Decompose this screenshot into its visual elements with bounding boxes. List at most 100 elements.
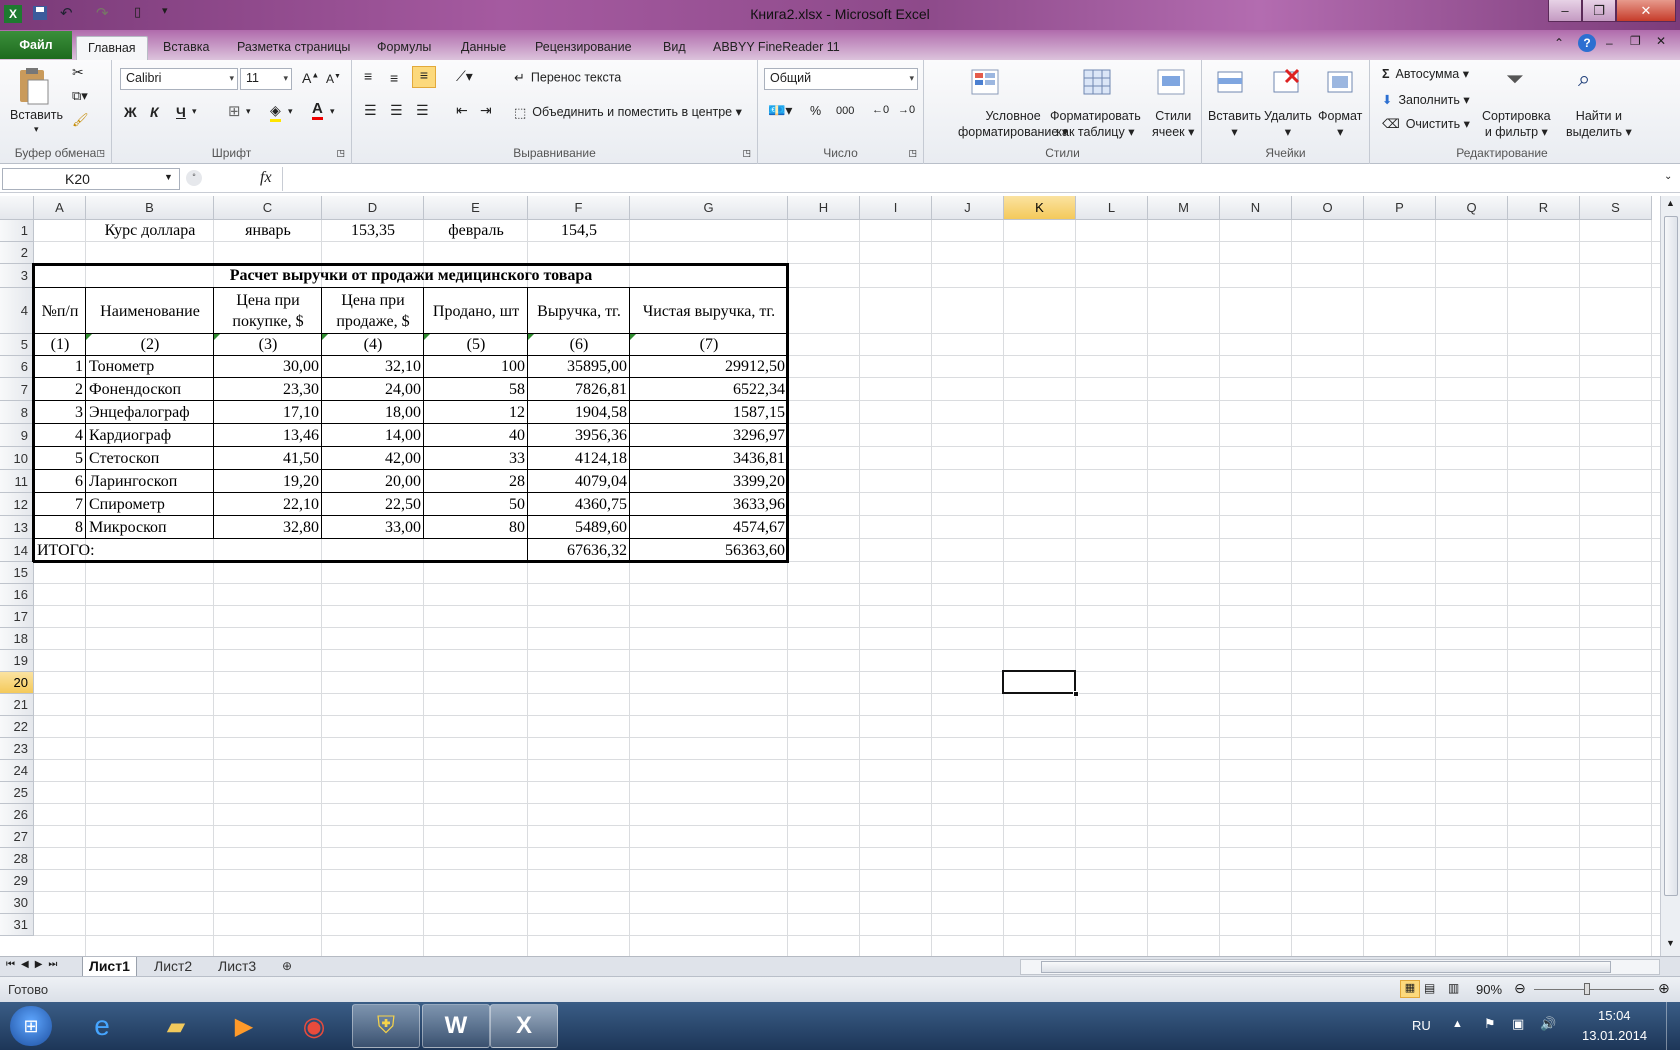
table-row-1-col-5[interactable]: 100 <box>424 356 528 378</box>
align-left-icon[interactable]: ☰ <box>364 102 377 119</box>
binoculars-icon[interactable]: ⌕ <box>1578 66 1590 92</box>
scroll-down-icon[interactable]: ▼ <box>1666 938 1675 948</box>
font-name-select[interactable]: Calibri ▾ <box>120 68 238 90</box>
table-row-3-col-7[interactable]: 1587,15 <box>630 401 788 424</box>
fill-handle[interactable] <box>1073 691 1079 697</box>
formula-options-icon[interactable]: ◦ <box>186 170 202 186</box>
row-header-31[interactable]: 31 <box>0 914 34 936</box>
vertical-scrollbar[interactable]: ▲ ▼ <box>1660 196 1680 956</box>
table-row-4-col-2[interactable]: Кардиограф <box>86 424 214 447</box>
row-header-21[interactable]: 21 <box>0 694 34 716</box>
table-row-5-col-3[interactable]: 41,50 <box>214 447 322 470</box>
table-row-7-col-4[interactable]: 22,50 <box>322 493 424 516</box>
table-row-7-col-6[interactable]: 4360,75 <box>528 493 630 516</box>
table-row-6-col-3[interactable]: 19,20 <box>214 470 322 493</box>
table-row-8-col-4[interactable]: 33,00 <box>322 516 424 539</box>
table-row-7-col-1[interactable]: 7 <box>34 493 86 516</box>
row-header-14[interactable]: 14 <box>0 539 34 562</box>
copy-icon[interactable]: ⧉▾ <box>72 88 88 104</box>
table-row-8-col-1[interactable]: 8 <box>34 516 86 539</box>
merge-center-button[interactable]: ⬚ Объединить и поместить в центре ▾ <box>514 104 742 121</box>
table-row-7-col-2[interactable]: Спирометр <box>86 493 214 516</box>
row-header-12[interactable]: 12 <box>0 493 34 516</box>
align-bottom-icon[interactable]: ≡ <box>412 66 436 88</box>
show-desktop-button[interactable] <box>1666 1002 1680 1050</box>
minimize-button[interactable]: – <box>1548 0 1582 22</box>
workbook-close-icon[interactable]: ✕ <box>1656 34 1666 48</box>
file-explorer-icon[interactable]: ▰ <box>142 1004 210 1048</box>
table-row-4-col-4[interactable]: 14,00 <box>322 424 424 447</box>
decrease-indent-icon[interactable]: ⇤ <box>456 102 468 119</box>
table-row-5-col-1[interactable]: 5 <box>34 447 86 470</box>
table-row-1-col-1[interactable]: 1 <box>34 356 86 378</box>
network-icon[interactable]: ▣ <box>1512 1016 1524 1032</box>
table-row-4-col-1[interactable]: 4 <box>34 424 86 447</box>
vertical-scroll-thumb[interactable] <box>1664 216 1678 896</box>
workbook-restore-icon[interactable]: ❐ <box>1630 34 1641 48</box>
table-index-3[interactable]: (3) <box>214 334 322 356</box>
paste-dropdown-icon[interactable]: ▾ <box>34 124 39 135</box>
underline-button[interactable]: Ч <box>176 104 186 120</box>
table-row-1-col-6[interactable]: 35895,00 <box>528 356 630 378</box>
shrink-font-icon[interactable]: A▼ <box>326 72 341 86</box>
table-row-3-col-6[interactable]: 1904,58 <box>528 401 630 424</box>
cell-f1[interactable]: 154,5 <box>528 220 630 242</box>
find-select-button[interactable]: Найти и выделить ▾ <box>1566 108 1632 140</box>
row-header-8[interactable]: 8 <box>0 401 34 424</box>
table-row-8-col-7[interactable]: 4574,67 <box>630 516 788 539</box>
column-header-b[interactable]: B <box>86 196 214 220</box>
table-row-4-col-3[interactable]: 13,46 <box>214 424 322 447</box>
column-header-l[interactable]: L <box>1076 196 1148 220</box>
text-orientation-icon[interactable]: ⟋▾ <box>456 68 473 85</box>
table-row-8-col-2[interactable]: Микроскоп <box>86 516 214 539</box>
row-header-9[interactable]: 9 <box>0 424 34 447</box>
active-cell-k20[interactable] <box>1002 670 1079 697</box>
align-top-icon[interactable]: ≡ <box>364 68 372 84</box>
insert-cells-icon[interactable] <box>1216 66 1246 101</box>
italic-button[interactable]: К <box>150 104 159 120</box>
row-header-23[interactable]: 23 <box>0 738 34 760</box>
table-index-5[interactable]: (5) <box>424 334 528 356</box>
number-format-select[interactable]: Общий ▾ <box>764 68 918 90</box>
tab-view[interactable]: Вид <box>652 36 697 60</box>
table-row-2-col-7[interactable]: 6522,34 <box>630 378 788 401</box>
table-header-4[interactable]: Цена при продаже, $ <box>322 288 424 334</box>
insert-cells-button[interactable]: Вставить ▾ <box>1208 108 1261 140</box>
table-row-2-col-4[interactable]: 24,00 <box>322 378 424 401</box>
table-row-8-col-3[interactable]: 32,80 <box>214 516 322 539</box>
bold-button[interactable]: Ж <box>124 104 137 120</box>
row-header-7[interactable]: 7 <box>0 378 34 401</box>
row-header-4[interactable]: 4 <box>0 288 34 334</box>
table-row-4-col-5[interactable]: 40 <box>424 424 528 447</box>
column-header-i[interactable]: I <box>860 196 932 220</box>
column-header-j[interactable]: J <box>932 196 1004 220</box>
table-header-1[interactable]: №п/п <box>34 288 86 334</box>
table-row-4-col-7[interactable]: 3296,97 <box>630 424 788 447</box>
row-header-28[interactable]: 28 <box>0 848 34 870</box>
total-label[interactable]: ИТОГО: <box>34 539 528 562</box>
table-row-5-col-4[interactable]: 42,00 <box>322 447 424 470</box>
cell-styles-icon[interactable] <box>1156 66 1188 101</box>
paste-icon[interactable] <box>14 66 52 111</box>
table-index-1[interactable]: (1) <box>34 334 86 356</box>
row-header-18[interactable]: 18 <box>0 628 34 650</box>
table-header-5[interactable]: Продано, шт <box>424 288 528 334</box>
table-row-6-col-4[interactable]: 20,00 <box>322 470 424 493</box>
increase-decimal-icon[interactable]: ←0 <box>872 104 889 116</box>
column-header-g[interactable]: G <box>630 196 788 220</box>
font-launcher-icon[interactable]: ◳ <box>336 148 345 159</box>
page-break-view-icon[interactable]: ▥ <box>1448 981 1459 995</box>
table-row-3-col-2[interactable]: Энцефалограф <box>86 401 214 424</box>
format-painter-icon[interactable]: 🖌 <box>72 112 89 128</box>
fill-button[interactable]: ⬇ Заполнить ▾ <box>1382 92 1470 107</box>
table-row-2-col-3[interactable]: 23,30 <box>214 378 322 401</box>
start-button-icon[interactable]: ⊞ <box>10 1006 52 1046</box>
row-header-22[interactable]: 22 <box>0 716 34 738</box>
row-header-10[interactable]: 10 <box>0 447 34 470</box>
align-center-icon[interactable]: ☰ <box>390 102 403 119</box>
tab-page-layout[interactable]: Разметка страницы <box>226 36 361 60</box>
format-cells-button[interactable]: Формат ▾ <box>1318 108 1362 140</box>
cell-d1[interactable]: 153,35 <box>322 220 424 242</box>
table-row-5-col-6[interactable]: 4124,18 <box>528 447 630 470</box>
table-row-2-col-1[interactable]: 2 <box>34 378 86 401</box>
